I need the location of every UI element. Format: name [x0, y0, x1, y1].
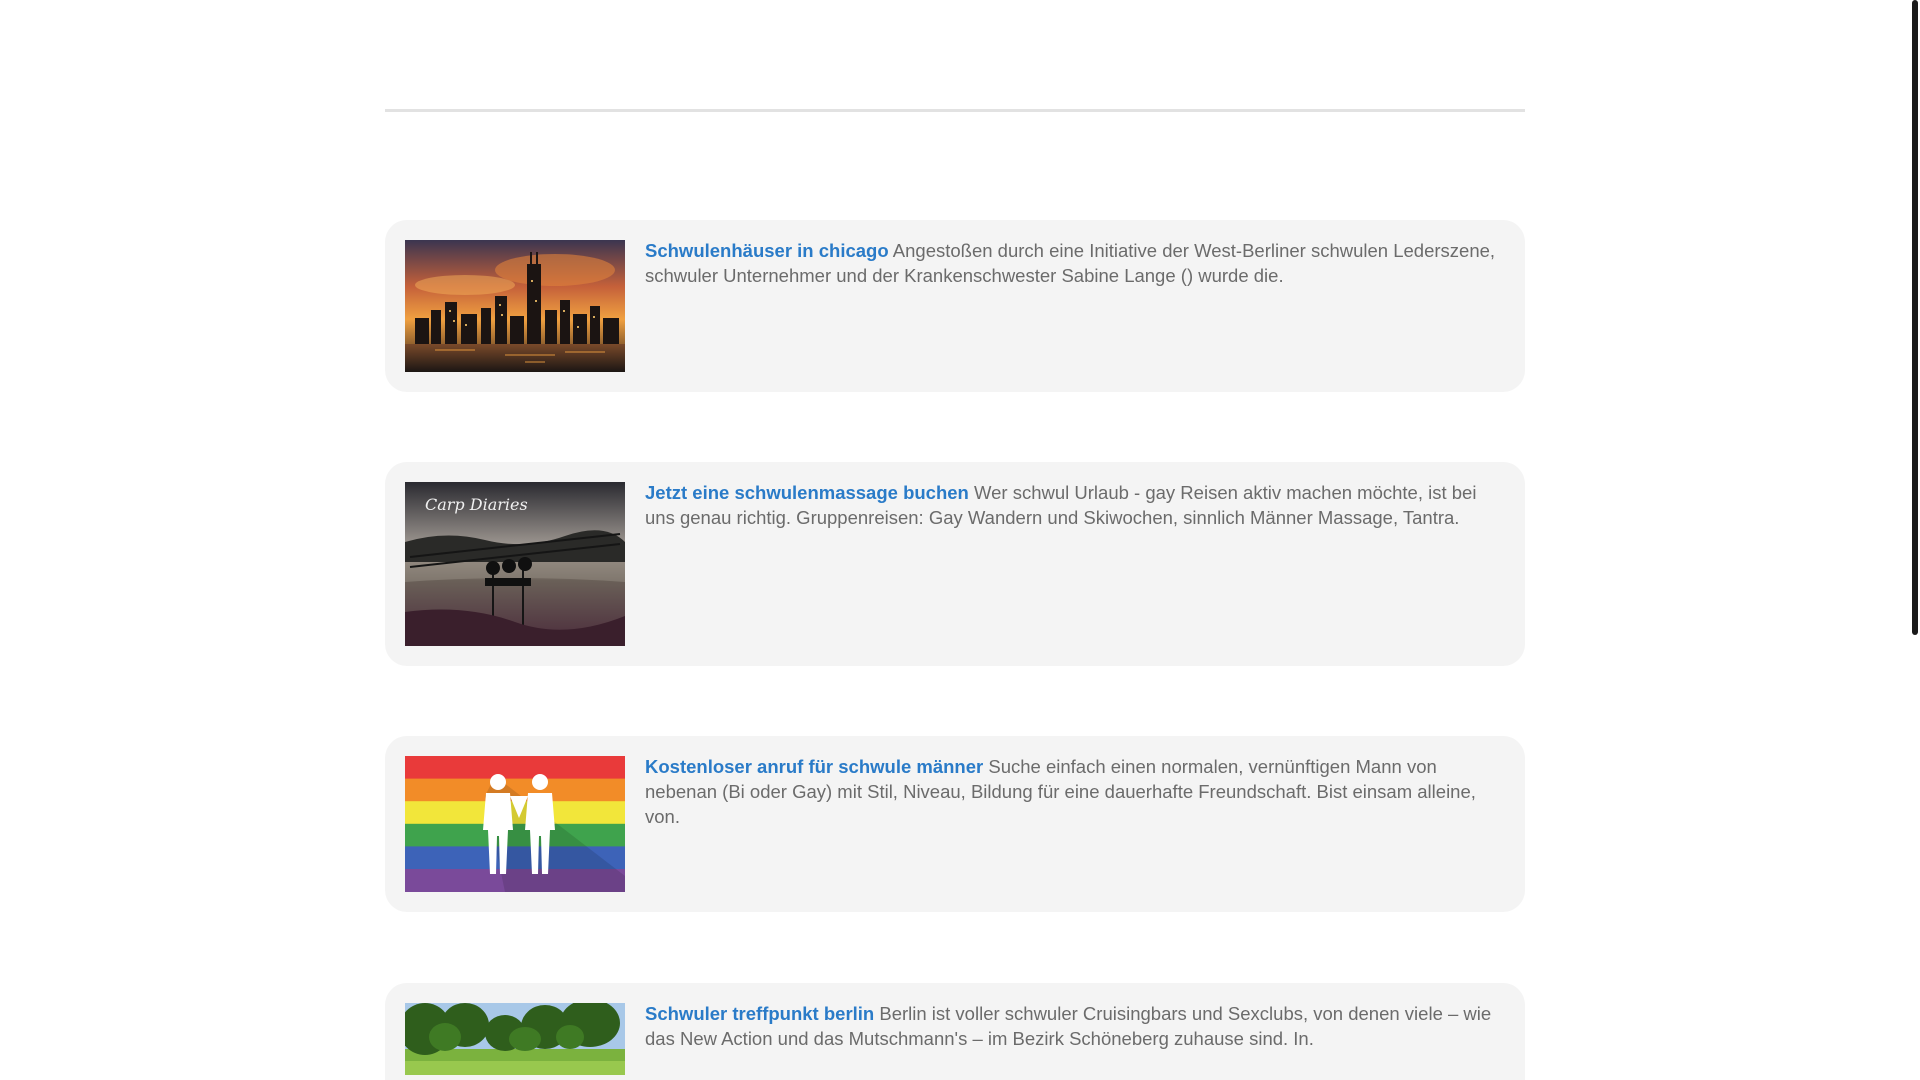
article-title-link[interactable]: Kostenloser anruf für schwule männer — [645, 756, 983, 777]
scrollbar-thumb[interactable] — [1912, 0, 1918, 635]
header-divider — [385, 109, 1525, 112]
page-scrollbar[interactable] — [1910, 0, 1920, 1080]
article-text: Schwuler treffpunkt berlin Berlin ist vo… — [645, 1001, 1505, 1051]
article-title-link[interactable]: Schwuler treffpunkt berlin — [645, 1003, 874, 1024]
chicago-skyline-image — [405, 240, 625, 372]
article-card: Kostenloser anruf für schwule männer Suc… — [385, 736, 1525, 912]
rainbow-flag-image — [405, 756, 625, 892]
article-image-park[interactable] — [405, 1003, 625, 1075]
article-title-link[interactable]: Schwulenhäuser in chicago — [645, 240, 889, 261]
article-image-carp[interactable]: Carp Diaries — [405, 482, 625, 646]
carp-fishing-image: Carp Diaries — [405, 482, 625, 646]
page: Schwulenhäuser in chicago Angestoßen dur… — [0, 0, 1920, 1080]
article-card: Schwuler treffpunkt berlin Berlin ist vo… — [385, 983, 1525, 1080]
green-park-image — [405, 1003, 625, 1075]
article-card: Carp Diaries Jetzt eine schwulenmassage … — [385, 462, 1525, 666]
article-card: Schwulenhäuser in chicago Angestoßen dur… — [385, 220, 1525, 392]
article-image-rainbow[interactable] — [405, 756, 625, 892]
article-text: Jetzt eine schwulenmassage buchen Wer sc… — [645, 480, 1505, 530]
article-text: Schwulenhäuser in chicago Angestoßen dur… — [645, 238, 1505, 288]
article-text: Kostenloser anruf für schwule männer Suc… — [645, 754, 1505, 829]
carp-diaries-caption: Carp Diaries — [425, 495, 528, 514]
article-title-link[interactable]: Jetzt eine schwulenmassage buchen — [645, 482, 969, 503]
article-image-chicago[interactable] — [405, 240, 625, 372]
